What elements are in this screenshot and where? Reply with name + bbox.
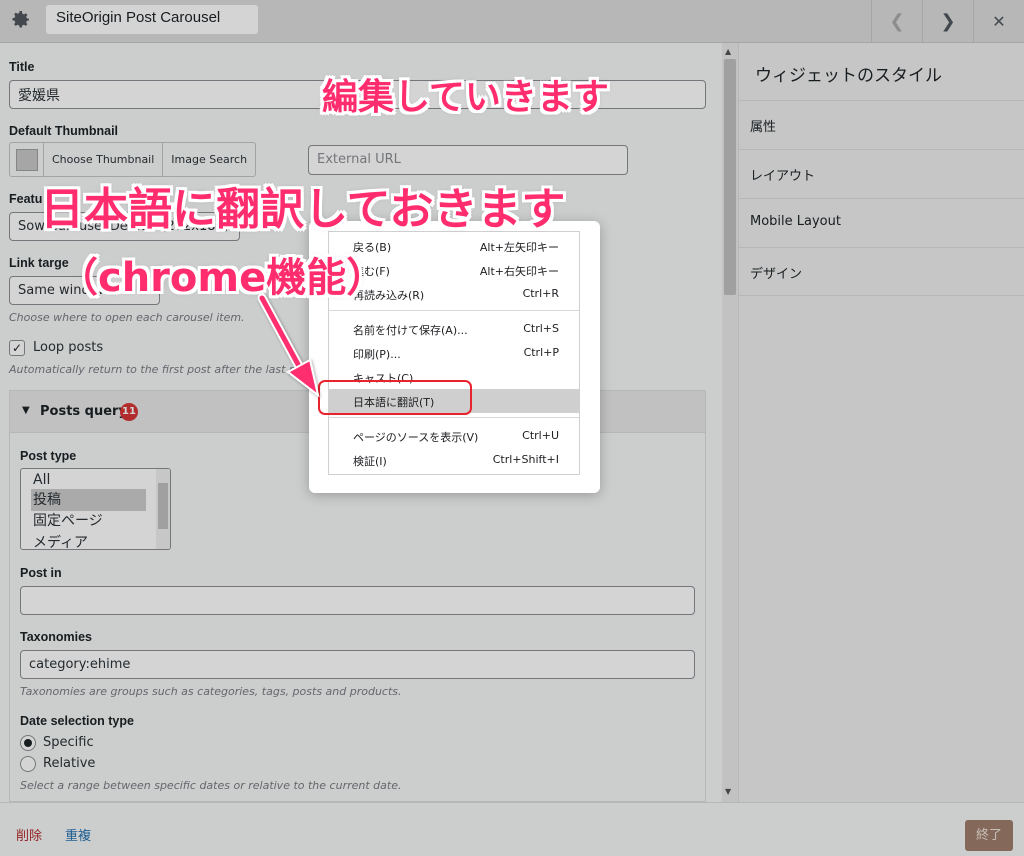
menu-divider bbox=[329, 417, 579, 418]
taxonomies-label: Taxonomies bbox=[20, 630, 93, 644]
list-item[interactable]: メディア bbox=[31, 532, 146, 549]
list-item[interactable]: 固定ページ bbox=[31, 510, 146, 532]
thumbnail-preview[interactable] bbox=[10, 143, 44, 176]
sidebar-item-design[interactable]: デザイン bbox=[739, 247, 1024, 296]
menu-item-view-source[interactable]: ページのソースを表示(V) Ctrl+U bbox=[329, 424, 579, 448]
scroll-thumb[interactable] bbox=[724, 59, 736, 295]
radio-specific-label: Specific bbox=[43, 735, 94, 750]
modal-header: SiteOrigin Post Carousel ❮ ❯ ✕ bbox=[0, 0, 1024, 43]
scroll-down-icon[interactable]: ▼ bbox=[725, 787, 731, 796]
done-button[interactable]: 終了 bbox=[965, 820, 1013, 851]
radio-relative[interactable] bbox=[20, 756, 36, 772]
posts-query-title: Posts query bbox=[40, 404, 127, 419]
form-scrollbar[interactable]: ▲ ▼ bbox=[722, 43, 738, 802]
sidebar-title: ウィジェットのスタイル bbox=[755, 66, 942, 86]
listbox-scrollbar[interactable] bbox=[156, 469, 170, 549]
posts-query-badge: 11 bbox=[120, 403, 138, 421]
taxonomies-hint: Taxonomies are groups such as categories… bbox=[20, 685, 402, 698]
menu-item-save-as[interactable]: 名前を付けて保存(A)... Ctrl+S bbox=[329, 317, 579, 341]
gear-icon[interactable] bbox=[8, 8, 32, 32]
external-url-input[interactable]: External URL bbox=[308, 145, 628, 175]
widget-title: SiteOrigin Post Carousel bbox=[46, 5, 258, 34]
menu-divider bbox=[329, 310, 579, 311]
taxonomies-input[interactable]: category:ehime bbox=[20, 650, 695, 679]
close-button[interactable]: ✕ bbox=[973, 0, 1024, 43]
delete-link[interactable]: 削除 bbox=[16, 825, 42, 844]
annotation-editing: 編集していきます bbox=[322, 77, 609, 118]
thumbnail-controls: Choose Thumbnail Image Search bbox=[9, 142, 257, 177]
choose-thumbnail-button[interactable]: Choose Thumbnail bbox=[44, 143, 164, 176]
list-item[interactable]: All bbox=[31, 469, 146, 491]
post-in-input[interactable] bbox=[20, 586, 695, 615]
radio-specific[interactable] bbox=[20, 735, 36, 751]
close-icon: ✕ bbox=[992, 12, 1006, 31]
radio-relative-label: Relative bbox=[43, 756, 96, 771]
link-target-hint: Choose where to open each carousel item. bbox=[9, 311, 245, 324]
post-in-label: Post in bbox=[20, 566, 62, 580]
thumbnail-label: Default Thumbnail bbox=[9, 124, 119, 138]
list-item-selected[interactable]: 投稿 bbox=[31, 489, 146, 511]
widget-styles-sidebar: ウィジェットのスタイル 属性 レイアウト Mobile Layout デザイン bbox=[738, 43, 1024, 802]
next-button[interactable]: ❯ bbox=[922, 0, 973, 43]
date-type-hint: Select a range between specific dates or… bbox=[20, 779, 402, 792]
prev-button[interactable]: ❮ bbox=[871, 0, 922, 43]
menu-item-print[interactable]: 印刷(P)... Ctrl+P bbox=[329, 341, 579, 365]
post-type-label: Post type bbox=[20, 449, 77, 463]
featured-image-label: Featu bbox=[9, 192, 43, 206]
post-type-listbox[interactable]: All 投稿 固定ページ メディア bbox=[20, 468, 171, 550]
annotation-chrome-feature: （chrome機能） bbox=[58, 255, 387, 301]
image-search-button[interactable]: Image Search bbox=[163, 143, 255, 176]
sidebar-item-attributes[interactable]: 属性 bbox=[739, 100, 1024, 149]
loop-posts-checkbox[interactable]: ✓ bbox=[9, 340, 25, 356]
translate-highlight-box bbox=[318, 380, 472, 415]
sidebar-item-mobile-layout[interactable]: Mobile Layout bbox=[739, 198, 1024, 247]
scroll-up-icon[interactable]: ▲ bbox=[725, 47, 731, 56]
modal-footer: 削除 重複 終了 bbox=[0, 802, 1024, 856]
chevron-right-icon: ❯ bbox=[940, 11, 956, 32]
menu-item-inspect[interactable]: 検証(I) Ctrl+Shift+I bbox=[329, 448, 579, 472]
annotation-translate: 日本語に翻訳しておきます bbox=[40, 184, 566, 235]
title-label: Title bbox=[9, 60, 35, 74]
sidebar-item-layout[interactable]: レイアウト bbox=[739, 149, 1024, 198]
duplicate-link[interactable]: 重複 bbox=[65, 825, 91, 844]
chevron-left-icon: ❮ bbox=[889, 11, 905, 32]
loop-posts-label: Loop posts bbox=[33, 340, 104, 355]
collapse-arrow-icon: ▼ bbox=[22, 405, 30, 416]
date-type-label: Date selection type bbox=[20, 714, 134, 728]
loop-posts-hint: Automatically return to the first post a… bbox=[9, 363, 317, 376]
